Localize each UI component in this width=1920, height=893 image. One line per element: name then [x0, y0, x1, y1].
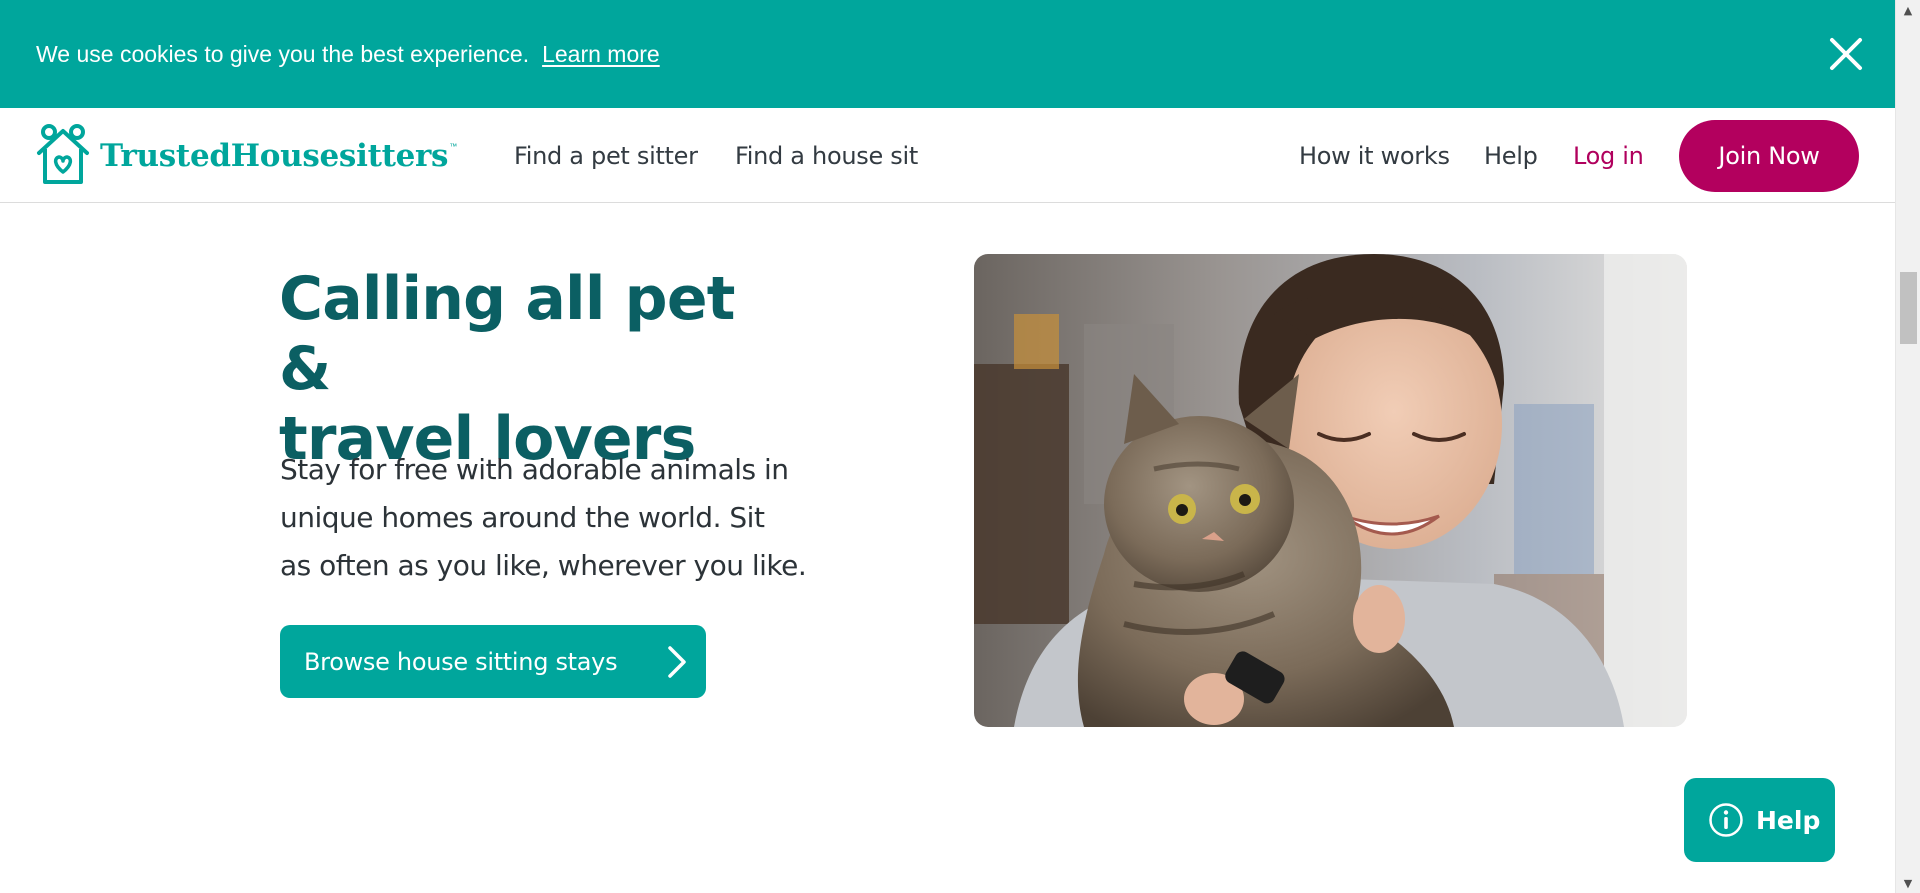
hero-subtitle-line: unique homes around the world. Sit: [280, 501, 765, 534]
info-icon: [1708, 802, 1744, 838]
hero-title: Calling all pet & travel lovers: [279, 264, 799, 474]
scroll-down-arrow-icon[interactable]: ▼: [1896, 873, 1920, 893]
cookie-message: We use cookies to give you the best expe…: [36, 40, 530, 67]
hero-title-line: Calling all pet &: [279, 264, 735, 404]
page: We use cookies to give you the best expe…: [0, 0, 1920, 893]
scroll-up-arrow-icon[interactable]: ▲: [1896, 0, 1920, 20]
page-scrollbar[interactable]: ▲ ▼: [1895, 0, 1920, 893]
browse-stays-button[interactable]: Browse house sitting stays: [280, 625, 706, 698]
hero-subtitle: Stay for free with adorable animals in u…: [280, 446, 870, 590]
scroll-thumb[interactable]: [1900, 272, 1917, 344]
help-widget-button[interactable]: Help: [1684, 778, 1835, 862]
browse-stays-label: Browse house sitting stays: [304, 647, 618, 676]
chevron-right-icon: [666, 645, 688, 679]
logo[interactable]: TrustedHousesitters ™: [34, 124, 457, 188]
site-header: TrustedHousesitters ™ Find a pet sitter …: [0, 108, 1895, 203]
logo-wordmark: TrustedHousesitters: [100, 138, 449, 174]
cookie-banner: We use cookies to give you the best expe…: [0, 0, 1895, 108]
close-icon[interactable]: [1829, 37, 1863, 71]
nav-find-house-sit[interactable]: Find a house sit: [735, 142, 918, 170]
hero-subtitle-line: as often as you like, wherever you like.: [280, 549, 807, 582]
hero-image: [974, 254, 1687, 727]
help-widget-label: Help: [1756, 805, 1821, 835]
nav-log-in[interactable]: Log in: [1573, 142, 1644, 170]
join-now-button[interactable]: Join Now: [1679, 120, 1859, 192]
nav-find-pet-sitter[interactable]: Find a pet sitter: [514, 142, 698, 170]
nav-how-it-works[interactable]: How it works: [1299, 142, 1450, 170]
logo-trademark: ™: [449, 142, 458, 151]
hero-subtitle-line: Stay for free with adorable animals in: [280, 453, 789, 486]
nav-help[interactable]: Help: [1484, 142, 1538, 170]
cookie-learn-more-link[interactable]: Learn more: [542, 41, 660, 68]
house-logo-icon: [34, 122, 92, 190]
